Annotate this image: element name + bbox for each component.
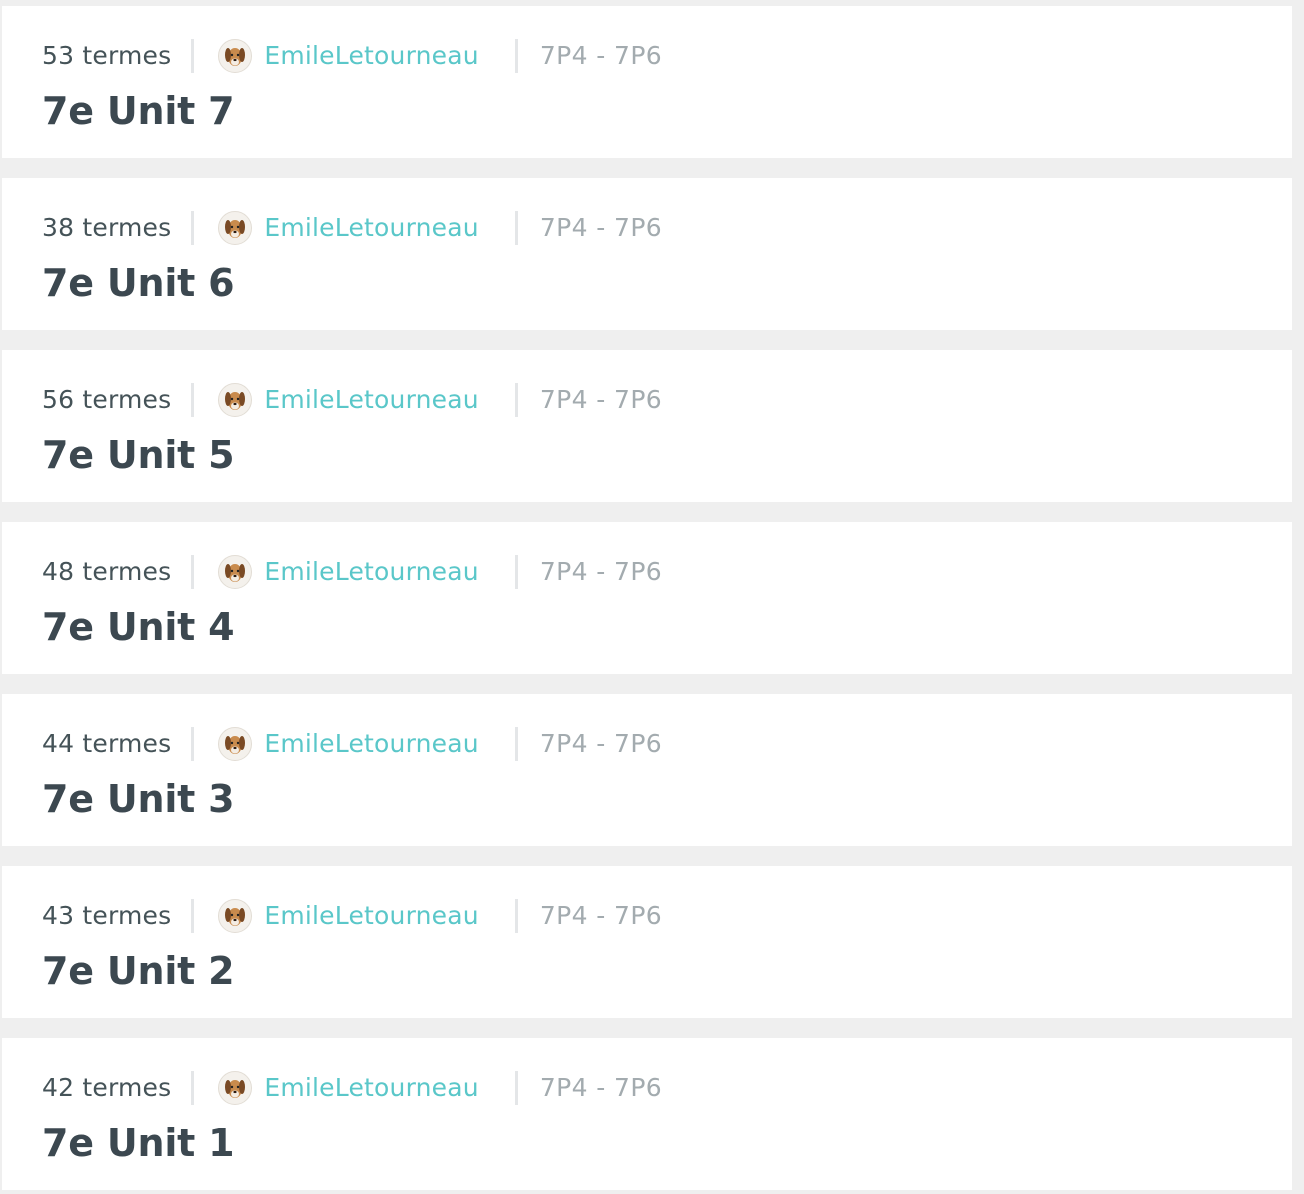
set-title[interactable]: 7e Unit 7 <box>42 86 235 136</box>
class-label: 7P4 - 7P6 <box>539 41 663 70</box>
study-set-card[interactable]: 44 termes EmileLetourneau 7P4 - 7P6 7e U… <box>2 694 1292 846</box>
creator-link[interactable]: EmileLetourneau <box>194 1071 518 1105</box>
dog-avatar-icon <box>218 727 253 761</box>
study-set-card[interactable]: 43 termes EmileLetourneau 7P4 - 7P6 7e U… <box>2 866 1292 1018</box>
set-title[interactable]: 7e Unit 1 <box>42 1118 235 1168</box>
dog-avatar-icon <box>218 899 253 933</box>
term-count: 56 termes <box>42 383 195 417</box>
term-count: 53 termes <box>42 39 195 73</box>
set-meta: 48 termes EmileLetourneau 7P4 - 7P6 <box>42 552 662 592</box>
set-meta: 53 termes EmileLetourneau 7P4 - 7P6 <box>42 36 662 76</box>
creator-link[interactable]: EmileLetourneau <box>194 899 518 933</box>
creator-username[interactable]: EmileLetourneau <box>264 211 478 245</box>
term-count: 42 termes <box>42 1071 195 1105</box>
set-title[interactable]: 7e Unit 2 <box>42 946 235 996</box>
dog-avatar-icon <box>218 555 253 589</box>
study-set-list: 53 termes EmileLetourneau 7P4 - 7P6 7e U… <box>0 0 1304 1194</box>
term-count: 43 termes <box>42 899 195 933</box>
creator-username[interactable]: EmileLetourneau <box>264 383 478 417</box>
set-title[interactable]: 7e Unit 4 <box>42 602 235 652</box>
study-set-card[interactable]: 38 termes EmileLetourneau 7P4 - 7P6 7e U… <box>2 178 1292 330</box>
dog-avatar-icon <box>218 383 253 417</box>
class-label: 7P4 - 7P6 <box>539 557 663 586</box>
set-meta: 38 termes EmileLetourneau 7P4 - 7P6 <box>42 208 662 248</box>
class-label: 7P4 - 7P6 <box>539 385 663 414</box>
term-count: 48 termes <box>42 555 195 589</box>
creator-username[interactable]: EmileLetourneau <box>264 899 478 933</box>
set-title[interactable]: 7e Unit 5 <box>42 430 235 480</box>
class-label: 7P4 - 7P6 <box>539 901 663 930</box>
class-label: 7P4 - 7P6 <box>539 729 663 758</box>
set-meta: 42 termes EmileLetourneau 7P4 - 7P6 <box>42 1068 662 1108</box>
term-count: 44 termes <box>42 727 195 761</box>
creator-link[interactable]: EmileLetourneau <box>194 383 518 417</box>
set-title[interactable]: 7e Unit 3 <box>42 774 235 824</box>
class-label: 7P4 - 7P6 <box>539 213 663 242</box>
dog-avatar-icon <box>218 39 253 73</box>
creator-link[interactable]: EmileLetourneau <box>194 211 518 245</box>
set-meta: 44 termes EmileLetourneau 7P4 - 7P6 <box>42 724 662 764</box>
term-count: 38 termes <box>42 211 195 245</box>
creator-username[interactable]: EmileLetourneau <box>264 555 478 589</box>
creator-link[interactable]: EmileLetourneau <box>194 555 518 589</box>
creator-username[interactable]: EmileLetourneau <box>264 39 478 73</box>
creator-username[interactable]: EmileLetourneau <box>264 1071 478 1105</box>
set-meta: 43 termes EmileLetourneau 7P4 - 7P6 <box>42 896 662 936</box>
creator-link[interactable]: EmileLetourneau <box>194 727 518 761</box>
dog-avatar-icon <box>218 211 253 245</box>
study-set-card[interactable]: 48 termes EmileLetourneau 7P4 - 7P6 7e U… <box>2 522 1292 674</box>
creator-link[interactable]: EmileLetourneau <box>194 39 518 73</box>
creator-username[interactable]: EmileLetourneau <box>264 727 478 761</box>
dog-avatar-icon <box>218 1071 253 1105</box>
study-set-card[interactable]: 56 termes EmileLetourneau 7P4 - 7P6 7e U… <box>2 350 1292 502</box>
set-title[interactable]: 7e Unit 6 <box>42 258 235 308</box>
set-meta: 56 termes EmileLetourneau 7P4 - 7P6 <box>42 380 662 420</box>
study-set-card[interactable]: 53 termes EmileLetourneau 7P4 - 7P6 7e U… <box>2 6 1292 158</box>
class-label: 7P4 - 7P6 <box>539 1073 663 1102</box>
study-set-card[interactable]: 42 termes EmileLetourneau 7P4 - 7P6 7e U… <box>2 1038 1292 1190</box>
